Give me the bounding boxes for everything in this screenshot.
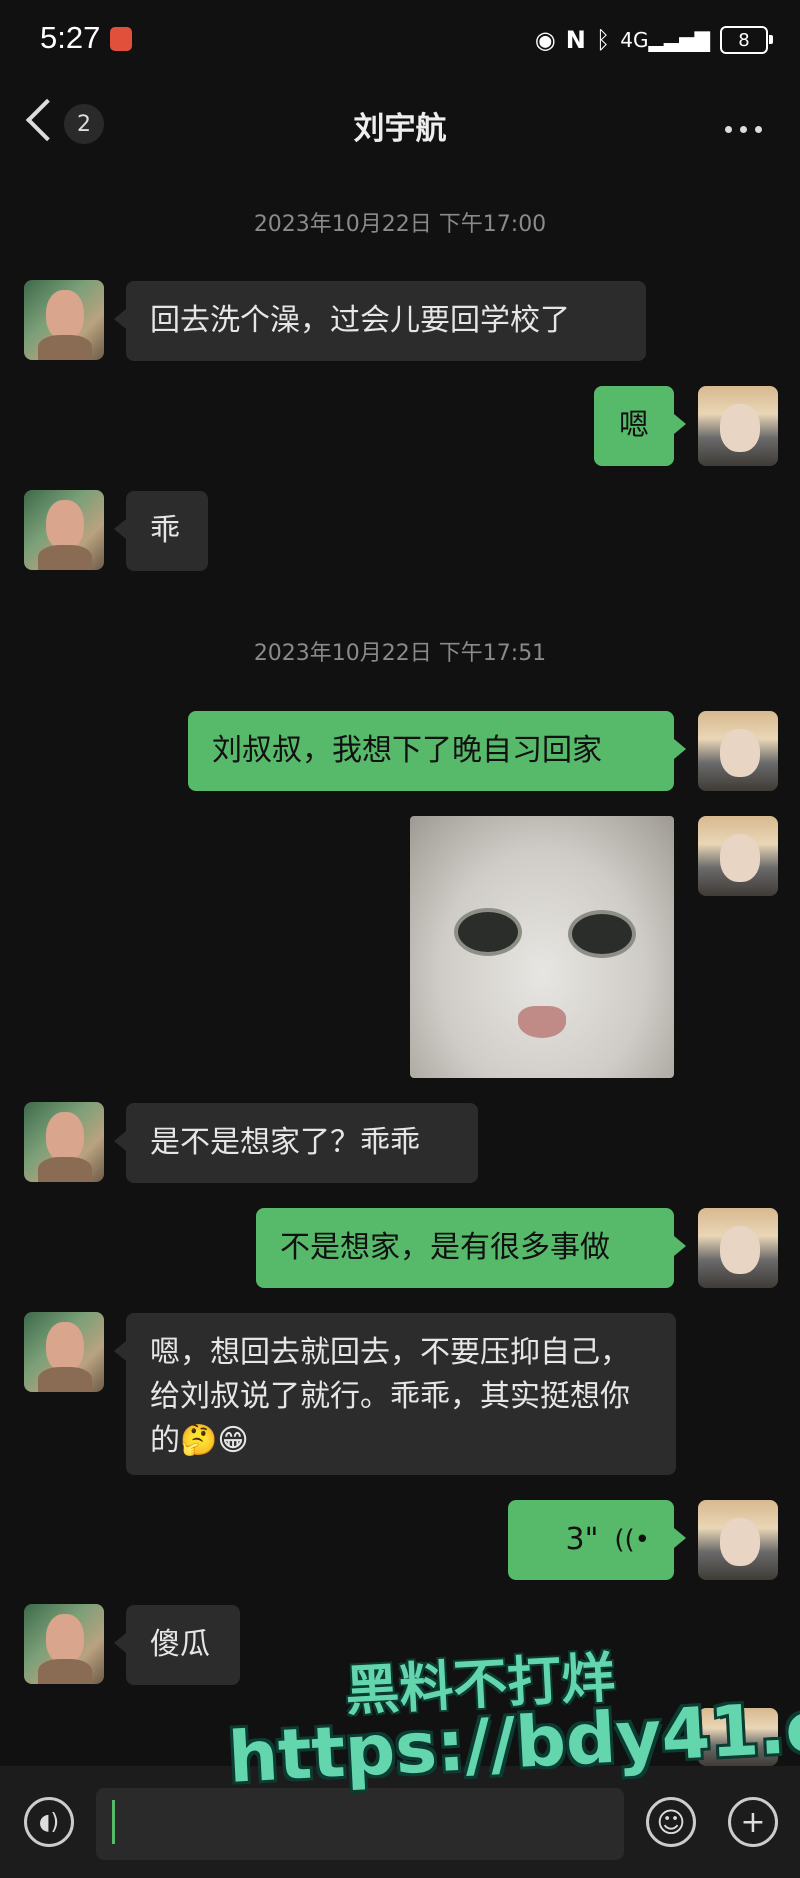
voice-message-bubble[interactable]: 3" ((• xyxy=(508,1500,686,1580)
timestamp: 2023年10月22日 下午17:00 xyxy=(253,212,547,237)
add-icon[interactable]: + xyxy=(728,1797,778,1847)
emoji-icon[interactable]: ☺ xyxy=(646,1797,696,1847)
text-cursor xyxy=(112,1800,115,1844)
voice-duration: 3" xyxy=(565,1522,599,1557)
message-input[interactable] xyxy=(96,1788,624,1860)
contact-avatar[interactable] xyxy=(24,1604,104,1684)
more-options-icon[interactable] xyxy=(725,126,762,133)
contact-avatar[interactable] xyxy=(24,1312,104,1392)
voice-wave-icon: ((• xyxy=(614,1525,650,1555)
message-bubble[interactable]: 嗯，想回去就回去，不要压抑自己，给刘叔说了就行。乖乖，其实挺想你的🤔😁 xyxy=(114,1313,676,1475)
chat-title: 刘宇航 xyxy=(353,111,447,147)
my-avatar[interactable] xyxy=(698,1500,778,1580)
eye-icon: ◉ xyxy=(534,26,556,54)
battery-indicator: 8 xyxy=(720,26,773,54)
voice-input-icon[interactable]: ◖) xyxy=(24,1797,74,1847)
message-bubble[interactable]: 不是想家，是有很多事做 xyxy=(256,1208,686,1288)
message-bubble[interactable]: 是不是想家了？乖乖 xyxy=(114,1103,478,1183)
my-avatar[interactable] xyxy=(698,386,778,466)
message-bubble[interactable]: 傻瓜 xyxy=(114,1605,240,1685)
contact-avatar[interactable] xyxy=(24,280,104,360)
timestamp: 2023年10月22日 下午17:51 xyxy=(253,641,547,666)
message-bubble[interactable]: 回去洗个澡，过会儿要回学校了 xyxy=(114,281,646,361)
cat-sticker-image[interactable] xyxy=(410,816,674,1078)
recording-icon xyxy=(110,27,132,51)
message-bubble[interactable]: 嗯 xyxy=(594,386,686,466)
contact-avatar[interactable] xyxy=(24,490,104,570)
nfc-icon: N xyxy=(565,26,586,54)
my-avatar[interactable] xyxy=(698,1208,778,1288)
message-bubble[interactable]: 乖 xyxy=(114,491,208,571)
bluetooth-icon: ᛒ xyxy=(595,26,611,54)
status-time: 5:27 xyxy=(40,20,101,55)
status-icons: ◉ N ᛒ 4G▂▃▅▇ 8 xyxy=(534,22,773,58)
signal-4g-icon: 4G▂▃▅▇ xyxy=(620,28,710,52)
my-avatar[interactable] xyxy=(698,816,778,896)
contact-avatar[interactable] xyxy=(24,1102,104,1182)
message-bubble[interactable]: 刘叔叔，我想下了晚自习回家 xyxy=(188,711,686,791)
my-avatar[interactable] xyxy=(698,711,778,791)
